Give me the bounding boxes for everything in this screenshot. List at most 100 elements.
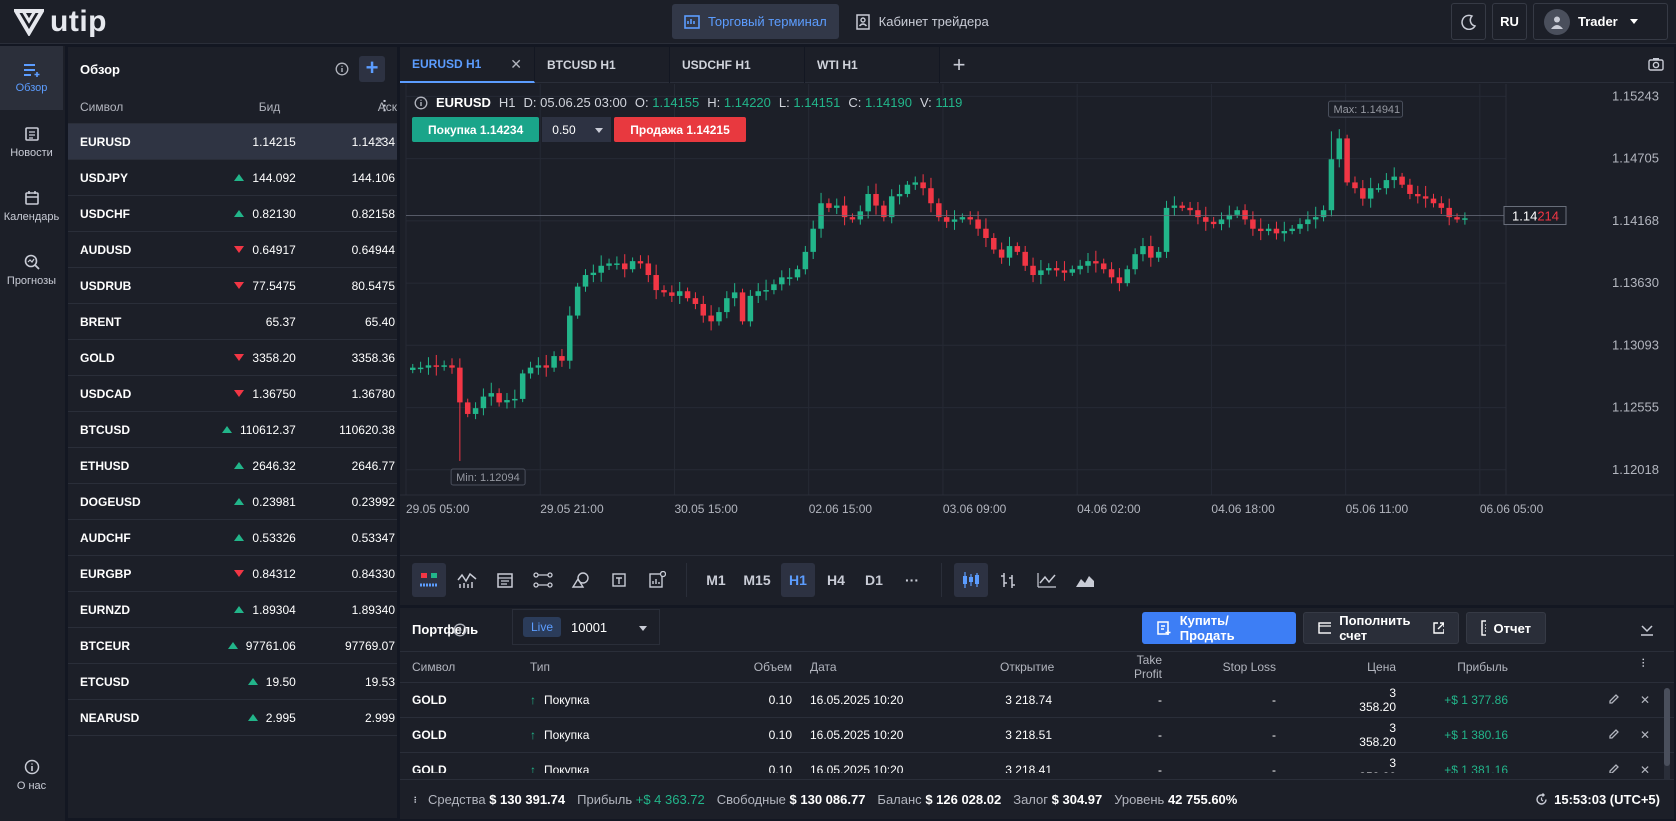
- column-header[interactable]: Stop Loss: [1220, 660, 1276, 674]
- timeframe-m15[interactable]: M15: [737, 563, 777, 597]
- watchlist-row[interactable]: USDCAD 1.36750 1.36780: [68, 376, 397, 412]
- edit-icon[interactable]: [1608, 728, 1620, 743]
- sell-button[interactable]: Продажа 1.14215: [614, 117, 746, 142]
- candlestick-chart[interactable]: 29.05 05:00 29.05 21:00 30.05 15:00 02.06 1…: [400, 84, 1674, 555]
- nav-label: Обзор: [15, 81, 48, 94]
- timeframe-h1[interactable]: H1: [781, 562, 815, 597]
- column-header[interactable]: Цена: [1350, 660, 1396, 674]
- language-button[interactable]: RU: [1492, 3, 1527, 40]
- column-header[interactable]: Тип: [530, 660, 710, 674]
- position-row[interactable]: GOLD ↑ Покупка 0.10 16.05.2025 10:20 3 218.74…: [400, 683, 1674, 718]
- column-header[interactable]: Take Profit: [1110, 653, 1162, 681]
- arrow-down-icon: [234, 354, 245, 361]
- column-header[interactable]: Открытие: [1000, 660, 1054, 674]
- nav-about[interactable]: О нас: [0, 743, 63, 807]
- watchlist-row[interactable]: BTCEUR 97761.06 97769.07: [68, 628, 397, 664]
- close-icon[interactable]: ✕: [374, 134, 385, 150]
- watchlist-header: Обзор +: [68, 47, 397, 91]
- more-vert-icon[interactable]: ···: [409, 796, 420, 803]
- tab-trading-terminal[interactable]: Торговый терминал: [672, 4, 839, 39]
- deposit-button[interactable]: Пополнить счет: [1303, 612, 1459, 644]
- user-menu-button[interactable]: Trader: [1533, 3, 1668, 40]
- collapse-icon[interactable]: [1640, 622, 1654, 636]
- watchlist-row[interactable]: ETHUSD 2646.32 2646.77: [68, 448, 397, 484]
- timeframe-d1[interactable]: D1: [857, 563, 891, 597]
- chart-tab-eurusd[interactable]: EURUSD H1 ✕: [400, 47, 535, 83]
- watchlist-row[interactable]: USDRUB 77.5475 80.5475: [68, 268, 397, 304]
- watchlist-row[interactable]: EURNZD 1.89304 1.89340: [68, 592, 397, 628]
- theme-toggle-button[interactable]: [1451, 3, 1486, 40]
- timeframe-more[interactable]: ···: [895, 563, 929, 597]
- watchlist-row[interactable]: USDCHF 0.82130 0.82158: [68, 196, 397, 232]
- candles-type-button[interactable]: [954, 562, 988, 597]
- calendar-tool-button[interactable]: [488, 563, 522, 597]
- column-header[interactable]: Прибыль: [1450, 660, 1508, 674]
- column-header[interactable]: Объем: [732, 660, 792, 674]
- add-symbol-button[interactable]: +: [359, 56, 385, 82]
- watchlist-row[interactable]: AUDCHF 0.53326 0.53347: [68, 520, 397, 556]
- bars-type-button[interactable]: [992, 563, 1026, 597]
- timeframe-m1[interactable]: M1: [699, 563, 733, 597]
- utip-logo[interactable]: utip: [14, 5, 107, 38]
- nav-overview[interactable]: Обзор: [0, 46, 63, 110]
- area-type-button[interactable]: [1068, 563, 1102, 597]
- info-icon[interactable]: [453, 623, 467, 637]
- y-tick-label: 1.14168: [1612, 213, 1659, 228]
- text-tool-button[interactable]: [602, 563, 636, 597]
- account-select[interactable]: Live 10001: [512, 609, 660, 645]
- watchlist-row[interactable]: DOGEUSD 0.23981 0.23992: [68, 484, 397, 520]
- nav-forecasts[interactable]: Прогнозы: [0, 238, 63, 302]
- user-icon: [1551, 16, 1563, 29]
- watchlist-row[interactable]: NEARUSD 2.995 2.999: [68, 700, 397, 736]
- more-vert-icon[interactable]: ···: [377, 99, 393, 113]
- buy-button[interactable]: Покупка 1.14234: [412, 117, 540, 142]
- nav-calendar[interactable]: Календарь: [0, 174, 63, 238]
- add-chart-tab-button[interactable]: +: [940, 47, 978, 83]
- watchlist-row[interactable]: ETCUSD 19.50 19.53: [68, 664, 397, 700]
- position-row[interactable]: GOLD ↑ Покупка 0.10 16.05.2025 10:20 3 218.51…: [400, 718, 1674, 753]
- trend-indicator-button[interactable]: [450, 563, 484, 597]
- more-vert-icon[interactable]: ···: [1637, 658, 1648, 668]
- edit-icon[interactable]: [1608, 693, 1620, 708]
- report-button[interactable]: Отчет: [1466, 612, 1546, 644]
- shapes-tool-button[interactable]: [564, 563, 598, 597]
- candle-body: [1399, 176, 1405, 185]
- close-icon[interactable]: ✕: [1640, 763, 1650, 773]
- close-icon[interactable]: ✕: [1640, 728, 1650, 742]
- nav-news[interactable]: Новости: [0, 110, 63, 174]
- position-row[interactable]: GOLD ↑ Покупка 0.10 16.05.2025 10:20 3 218.41…: [400, 753, 1674, 773]
- info-icon[interactable]: [335, 62, 349, 76]
- price-chart[interactable]: 29.05 05:00 29.05 21:00 30.05 15:00 02.06 1…: [400, 84, 1674, 555]
- candle-body: [724, 298, 730, 313]
- buy-sell-button[interactable]: Купить/Продать: [1142, 612, 1296, 644]
- close-icon[interactable]: ✕: [1640, 693, 1650, 707]
- chart-tab-usdchf[interactable]: USDCHF H1: [670, 47, 805, 83]
- candle-body: [1210, 221, 1217, 225]
- watchlist-row[interactable]: BRENT 65.37 65.40: [68, 304, 397, 340]
- cell-date: 16.05.2025 10:20: [810, 693, 904, 707]
- watchlist-row[interactable]: AUDUSD 0.64917 0.64944: [68, 232, 397, 268]
- bid-value: 0.84312: [252, 566, 296, 581]
- line-type-button[interactable]: [1030, 563, 1064, 597]
- watchlist-row[interactable]: GOLD 3358.20 3358.36: [68, 340, 397, 376]
- volume-select[interactable]: 0.50: [542, 117, 612, 142]
- watchlist-row[interactable]: BTCUSD 110612.37 110620.38: [68, 412, 397, 448]
- scrollbar-thumb[interactable]: [1664, 688, 1670, 766]
- chart-tab-wti[interactable]: WTI H1: [805, 47, 940, 83]
- close-icon[interactable]: ✕: [510, 56, 522, 73]
- watchlist-row[interactable]: EURUSD 1.14215 1.14234 ✕: [68, 124, 397, 160]
- chart-settings-button[interactable]: [640, 563, 674, 597]
- tab-trader-cabinet[interactable]: Кабинет трейдера: [843, 4, 1001, 39]
- watchlist-row[interactable]: EURGBP 0.84312 0.84330: [68, 556, 397, 592]
- edit-icon[interactable]: [1608, 763, 1620, 773]
- timeframe-h4[interactable]: H4: [819, 563, 853, 597]
- watchlist-row[interactable]: USDJPY 144.092 144.106: [68, 160, 397, 196]
- info-icon[interactable]: [414, 96, 428, 110]
- column-header[interactable]: Символ: [412, 660, 512, 674]
- column-header[interactable]: Дата: [810, 660, 970, 674]
- line-tool-button[interactable]: [526, 563, 560, 597]
- camera-icon[interactable]: [1648, 57, 1664, 71]
- chart-tab-btcusd[interactable]: BTCUSD H1: [535, 47, 670, 83]
- candle-body: [598, 265, 604, 273]
- indicators-button[interactable]: [412, 562, 446, 597]
